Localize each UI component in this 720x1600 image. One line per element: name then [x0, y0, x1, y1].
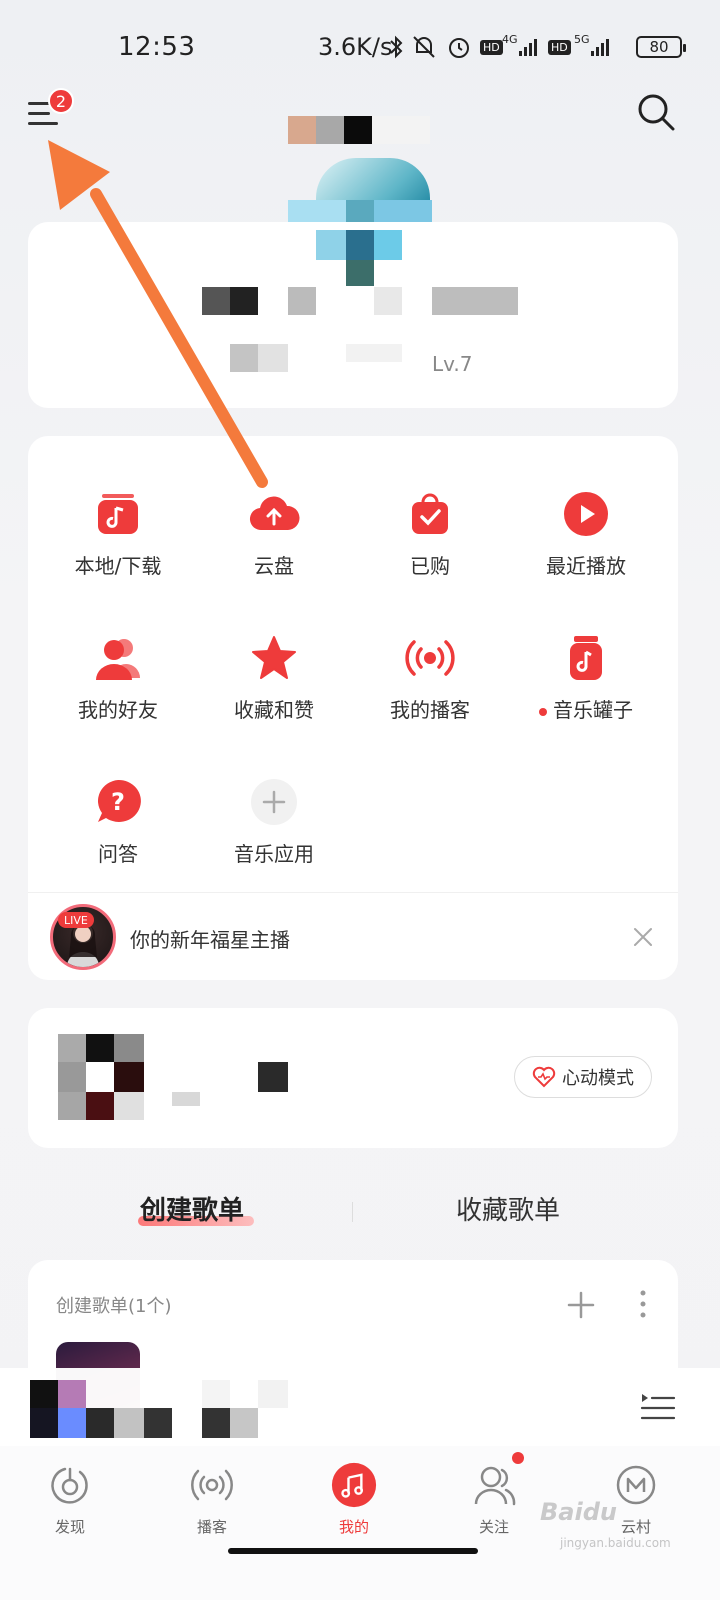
- alarm-icon: [446, 34, 472, 60]
- menu-icon-line-2: [28, 112, 50, 115]
- shopping-bag-icon: [404, 488, 456, 540]
- level-label: Lv.7: [432, 352, 473, 376]
- svg-text:?: ?: [111, 788, 125, 816]
- plus-circle-icon: [248, 776, 300, 828]
- grid-divider: [28, 892, 678, 893]
- new-dot: [539, 707, 547, 716]
- live-banner-text[interactable]: 你的新年福星主播: [130, 924, 290, 953]
- question-bubble-icon: ?: [92, 776, 144, 828]
- music-jar-icon: [560, 632, 612, 684]
- tab-created-playlists[interactable]: 创建歌单: [140, 1190, 244, 1227]
- nav-mine[interactable]: 我的: [304, 1462, 404, 1537]
- broadcast-icon: [404, 632, 456, 684]
- music-box-icon: [92, 488, 144, 540]
- grid-item-music-jar[interactable]: 音乐罐子: [506, 632, 666, 742]
- more-options-icon[interactable]: [636, 1288, 650, 1320]
- heart-icon: [532, 1066, 556, 1088]
- grid-item-my-podcast[interactable]: 我的播客: [350, 632, 510, 742]
- follow-icon: [471, 1462, 517, 1508]
- grid-item-cloud-drive[interactable]: 云盘: [194, 488, 354, 598]
- battery-indicator: 80: [636, 36, 686, 58]
- signal-5g-icon: 5G: [574, 33, 612, 60]
- star-icon: [248, 632, 300, 684]
- discover-icon: [47, 1462, 93, 1508]
- bluetooth-icon: [388, 34, 404, 60]
- menu-icon-line-3: [28, 122, 58, 125]
- tab-collected-playlists[interactable]: 收藏歌单: [456, 1190, 560, 1227]
- live-tag: LIVE: [58, 912, 94, 928]
- nav-podcast[interactable]: 播客: [162, 1462, 262, 1537]
- nav-discover[interactable]: 发现: [20, 1462, 120, 1537]
- tab-separator: [352, 1202, 353, 1222]
- menu-badge: 2: [48, 88, 74, 114]
- status-time: 12:53: [118, 32, 196, 62]
- close-icon[interactable]: [630, 924, 656, 950]
- grid-item-purchased[interactable]: 已购: [350, 488, 510, 598]
- playlist-section-header: 创建歌单(1个): [56, 1296, 172, 1317]
- play-circle-icon: [560, 488, 612, 540]
- hd-icon: HD: [480, 34, 503, 60]
- cloud-upload-icon: [248, 488, 300, 540]
- mute-bell-icon: [410, 34, 438, 60]
- grid-item-recent-play[interactable]: 最近播放: [506, 488, 666, 598]
- watermark-logo: Baidu: [540, 1498, 617, 1526]
- signal-4g-icon: 4G: [502, 33, 540, 60]
- grid-item-qa[interactable]: ? 问答: [38, 776, 198, 886]
- heart-mode-button[interactable]: 心动模式: [514, 1056, 652, 1098]
- hd-icon-2: HD: [548, 34, 571, 60]
- follow-notification-dot: [512, 1452, 524, 1464]
- grid-item-favorites[interactable]: 收藏和赞: [194, 632, 354, 742]
- grid-item-music-apps[interactable]: 音乐应用: [194, 776, 354, 886]
- music-note-icon: [331, 1462, 377, 1508]
- podcast-icon: [189, 1462, 235, 1508]
- add-playlist-icon[interactable]: [566, 1290, 596, 1320]
- home-indicator[interactable]: [228, 1548, 478, 1554]
- nav-follow[interactable]: 关注: [444, 1462, 544, 1537]
- grid-item-friends[interactable]: 我的好友: [38, 632, 198, 742]
- playlist-queue-icon[interactable]: [640, 1390, 676, 1424]
- watermark-url: jingyan.baidu.com: [560, 1536, 671, 1550]
- friends-icon: [92, 632, 144, 684]
- search-icon[interactable]: [636, 92, 676, 132]
- grid-item-local-download[interactable]: 本地/下载: [38, 488, 198, 598]
- status-net-speed: 3.6K/s: [318, 33, 393, 61]
- cloud-village-icon: [613, 1462, 659, 1508]
